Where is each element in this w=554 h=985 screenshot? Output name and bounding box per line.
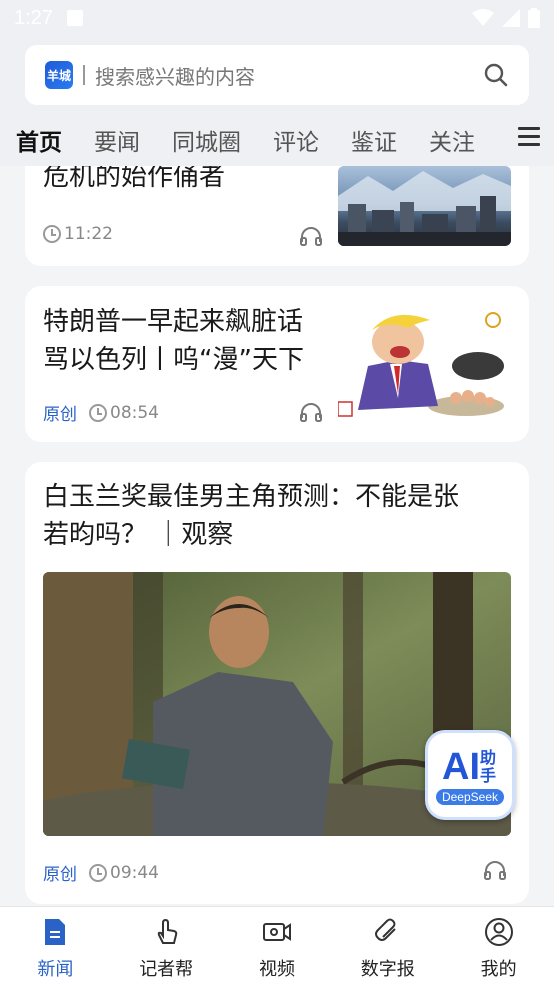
nav-news[interactable]: 新闻 <box>0 907 111 985</box>
article-thumbnail[interactable] <box>338 166 511 246</box>
article-title-line2: 若昀吗？ ｜观察 <box>43 520 234 550</box>
article-time: 11:22 <box>64 224 113 244</box>
ai-assistant-badge[interactable]: AI 助手 DeepSeek <box>425 730 515 820</box>
news-feed[interactable]: 危机的始作俑者 11:22 特朗普一早起来飙脏话 骂以色列丨呜“漫”天下 原创 … <box>0 166 554 906</box>
app-logo: 羊城 <box>45 61 73 89</box>
article-time: 08:54 <box>110 402 159 423</box>
headphone-icon[interactable] <box>483 860 507 880</box>
article-title-line1: 白玉兰奖最佳男主角预测：不能是张 <box>43 482 460 512</box>
ai-badge-brand: DeepSeek <box>435 788 505 805</box>
battery-icon <box>528 8 540 28</box>
wifi-icon <box>472 9 494 26</box>
article-title-line1: 特朗普一早起来飙脏话 <box>43 307 304 337</box>
nav-digital-paper-label: 数字报 <box>360 959 415 980</box>
clock-icon <box>89 403 107 422</box>
article-title: 白玉兰奖最佳男主角预测：不能是张 若昀吗？ ｜观察 <box>43 478 513 554</box>
tab-headlines[interactable]: 要闻 <box>94 123 140 157</box>
cartoon-image <box>338 312 504 417</box>
article-title: 特朗普一早起来飙脏话 骂以色列丨呜“漫”天下 <box>43 303 304 379</box>
cartoon-thumbnail[interactable] <box>338 306 511 422</box>
video-icon <box>262 923 291 941</box>
clock-icon <box>43 225 61 243</box>
user-icon <box>484 918 513 946</box>
article-time: 09:44 <box>110 862 159 883</box>
menu-icon[interactable] <box>518 127 540 147</box>
news-card[interactable]: 特朗普一早起来飙脏话 骂以色列丨呜“漫”天下 原创 08:54 <box>25 286 529 442</box>
article-title-line2: 骂以色列丨呜“漫”天下 <box>43 345 304 375</box>
nav-reporter-label: 记者帮 <box>139 959 194 980</box>
news-card[interactable]: 危机的始作俑者 11:22 <box>25 166 529 266</box>
search-placeholder: 搜索感兴趣的内容 <box>95 64 255 89</box>
search-divider <box>83 65 85 85</box>
news-card[interactable]: 白玉兰奖最佳男主角预测：不能是张 若昀吗？ ｜观察 AI 助手 DeepSeek… <box>25 462 529 904</box>
tab-follow[interactable]: 关注 <box>429 123 475 157</box>
headphone-icon[interactable] <box>299 402 323 422</box>
article-meta: 原创 08:54 <box>43 400 159 426</box>
search-icon[interactable] <box>483 62 509 88</box>
paperclip-icon <box>374 918 396 941</box>
ai-badge-text: AI <box>442 745 480 788</box>
nav-video[interactable]: 视频 <box>222 907 333 985</box>
nav-digital-paper[interactable]: 数字报 <box>332 907 443 985</box>
tab-comment[interactable]: 评论 <box>273 123 319 157</box>
tab-verify[interactable]: 鉴证 <box>351 123 397 157</box>
status-bar: 1:27 <box>0 0 554 36</box>
tab-local[interactable]: 同城圈 <box>172 123 241 157</box>
original-tag: 原创 <box>43 865 77 885</box>
nav-profile[interactable]: 我的 <box>443 907 554 985</box>
nav-profile-label: 我的 <box>480 959 517 980</box>
tab-home[interactable]: 首页 <box>16 123 62 157</box>
search-bar[interactable]: 羊城 搜索感兴趣的内容 <box>25 45 529 105</box>
status-time: 1:27 <box>14 6 53 29</box>
notification-icon <box>66 10 83 26</box>
header: 羊城 搜索感兴趣的内容 首页 要闻 同城圈 评论 鉴证 关注 <box>0 36 554 166</box>
city-image <box>338 171 511 246</box>
headphone-icon[interactable] <box>299 226 323 246</box>
nav-news-label: 新闻 <box>37 959 74 980</box>
news-icon <box>45 919 66 945</box>
status-icons <box>472 8 540 28</box>
hand-tap-icon <box>157 918 178 944</box>
nav-video-label: 视频 <box>258 959 295 980</box>
article-meta: 原创 09:44 <box>43 860 159 886</box>
article-title: 危机的始作俑者 <box>43 166 226 192</box>
category-tabs: 首页 要闻 同城圈 评论 鉴证 关注 <box>0 118 554 162</box>
ai-badge-sub: 助手 <box>480 748 497 785</box>
clock-icon <box>89 863 107 882</box>
bottom-nav: 新闻 记者帮 视频 数字报 我的 <box>0 906 554 985</box>
signal-icon <box>502 9 520 27</box>
nav-reporter[interactable]: 记者帮 <box>111 907 222 985</box>
article-meta: 11:22 <box>43 224 113 244</box>
original-tag: 原创 <box>43 405 77 425</box>
